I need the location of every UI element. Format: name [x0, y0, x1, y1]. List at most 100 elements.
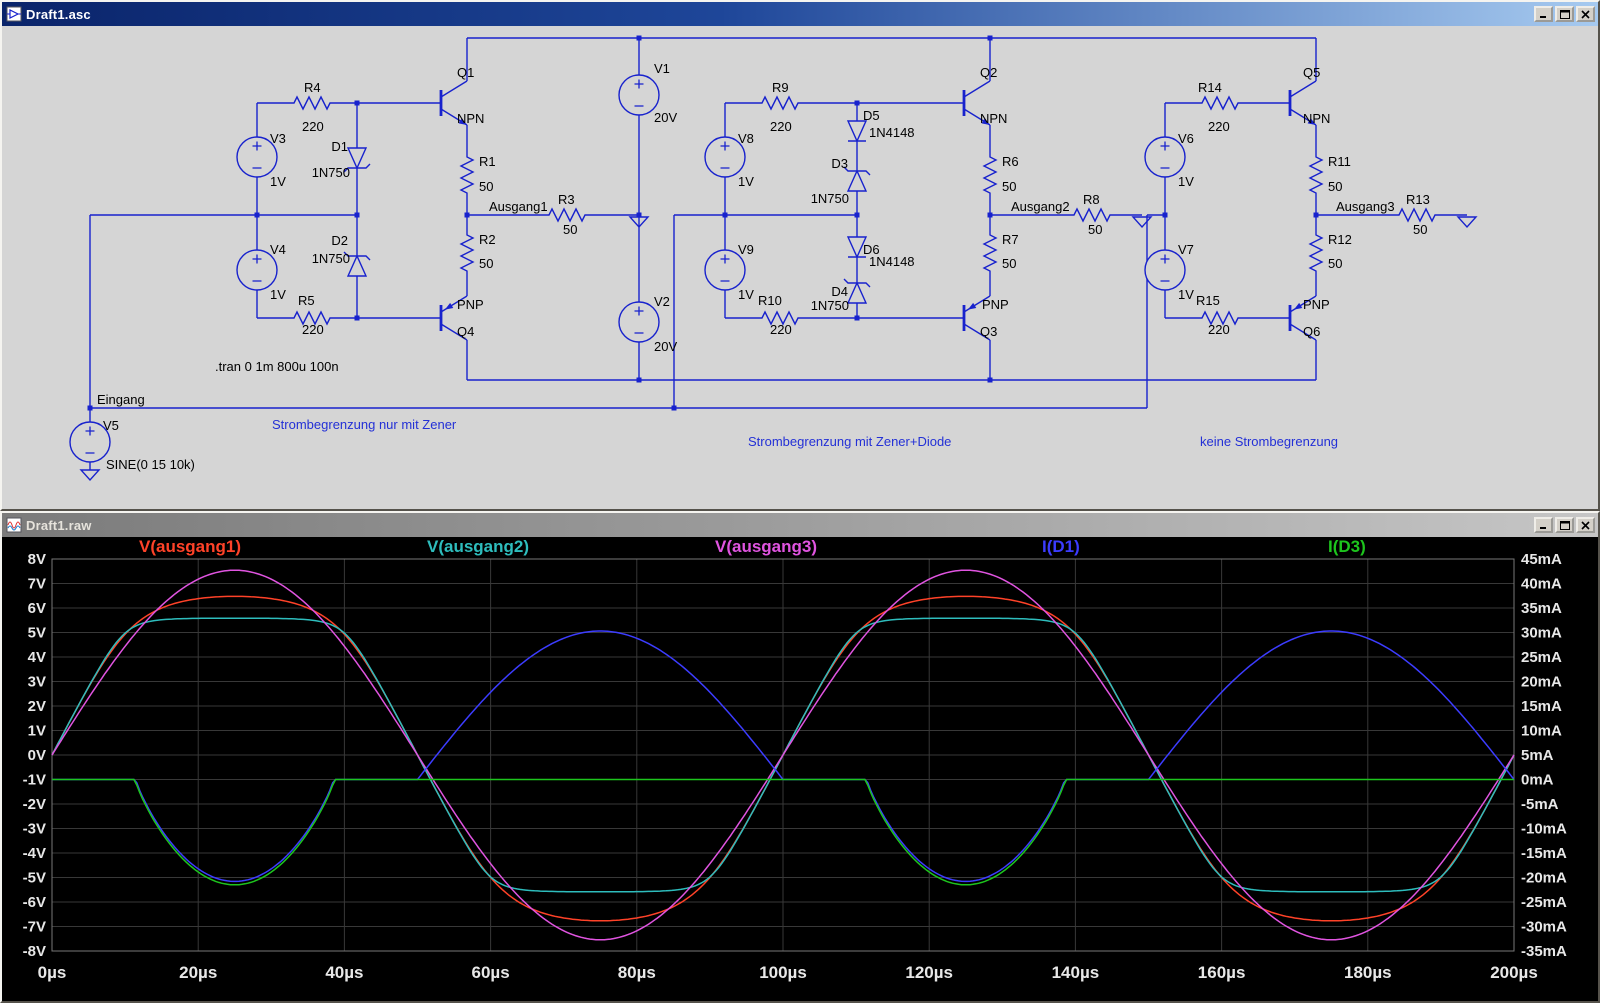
schematic-doc-icon[interactable] — [6, 6, 22, 22]
y-axis-right-label[interactable]: -30mA — [1521, 919, 1567, 936]
comment-text[interactable]: Strombegrenzung nur mit Zener — [272, 417, 457, 432]
y-axis-left-label[interactable]: 0V — [28, 747, 46, 764]
resistor-R9[interactable] — [752, 95, 808, 111]
y-axis-right-label[interactable]: -5mA — [1521, 796, 1559, 813]
resistor-R12[interactable] — [1308, 228, 1324, 278]
y-axis-right-label[interactable]: -25mA — [1521, 894, 1567, 911]
ground-symbol[interactable] — [1131, 216, 1153, 229]
x-axis-label[interactable]: 100µs — [759, 963, 807, 982]
y-axis-left-label[interactable]: -5V — [23, 870, 46, 887]
y-axis-right-label[interactable]: 5mA — [1521, 747, 1554, 764]
resistor-R4[interactable] — [284, 95, 340, 111]
waveform-doc-icon[interactable] — [6, 517, 22, 533]
x-axis-label[interactable]: 120µs — [905, 963, 953, 982]
maximize-icon — [1559, 9, 1570, 19]
y-axis-right-label[interactable]: 20mA — [1521, 674, 1562, 691]
y-axis-right-label[interactable]: -15mA — [1521, 845, 1567, 862]
junction-dot — [987, 377, 993, 383]
x-axis-label[interactable]: 60µs — [472, 963, 510, 982]
comment-text[interactable]: keine Strombegrenzung — [1200, 434, 1338, 449]
component-label: R9 — [772, 80, 789, 95]
y-axis-left-label[interactable]: -2V — [23, 796, 46, 813]
resistor-R13[interactable] — [1389, 207, 1445, 223]
y-axis-left-label[interactable]: 2V — [28, 698, 46, 715]
y-axis-left-label[interactable]: -3V — [23, 821, 46, 838]
waveform-plot[interactable]: 8V 7V 6V 5V 4V 3V 2V 1V 0V -1V -2V -3V -4V -5V -6V -7V -… — [2, 537, 1598, 1001]
y-axis-left-label[interactable]: 1V — [28, 723, 46, 740]
comment-text[interactable]: Strombegrenzung mit Zener+Diode — [748, 434, 951, 449]
minimize-button[interactable] — [1534, 6, 1553, 22]
y-axis-right-label[interactable]: 10mA — [1521, 723, 1562, 740]
resistor-R14[interactable] — [1192, 95, 1248, 111]
y-axis-right-label[interactable]: 25mA — [1521, 649, 1562, 666]
junction-dot — [464, 212, 470, 218]
minimize-button[interactable] — [1534, 517, 1553, 533]
resistor-R7[interactable] — [982, 228, 998, 278]
y-axis-left-label[interactable]: 6V — [28, 600, 46, 617]
close-button[interactable] — [1576, 517, 1595, 533]
y-axis-left-label[interactable]: 8V — [28, 551, 46, 568]
ground-symbol[interactable] — [79, 469, 101, 482]
minimize-icon — [1539, 526, 1546, 529]
junction-dot — [1162, 212, 1168, 218]
maximize-button[interactable] — [1555, 6, 1574, 22]
waveform-titlebar[interactable]: Draft1.raw — [2, 513, 1598, 537]
y-axis-left-label[interactable]: -6V — [23, 894, 46, 911]
x-axis-label[interactable]: 20µs — [179, 963, 217, 982]
y-axis-left-label[interactable]: 4V — [28, 649, 46, 666]
component-label: 20V — [654, 110, 677, 125]
component-label: D1 — [331, 139, 348, 154]
legend-I(D3)[interactable]: I(D3) — [1328, 537, 1366, 556]
diode-D5[interactable] — [846, 120, 868, 143]
resistor-R11[interactable] — [1308, 150, 1324, 200]
component-label: 50 — [1328, 256, 1342, 271]
y-axis-left-label[interactable]: -7V — [23, 919, 46, 936]
component-label: R5 — [298, 293, 315, 308]
x-axis-label[interactable]: 160µs — [1198, 963, 1246, 982]
y-axis-left-label[interactable]: 5V — [28, 625, 46, 642]
y-axis-left-label[interactable]: -1V — [23, 772, 46, 789]
component-label: V4 — [270, 242, 286, 257]
component-label: R1 — [479, 154, 496, 169]
y-axis-right-label[interactable]: 45mA — [1521, 551, 1562, 568]
y-axis-right-label[interactable]: 30mA — [1521, 625, 1562, 642]
resistor-R2[interactable] — [459, 228, 475, 278]
component-label: V7 — [1178, 242, 1194, 257]
maximize-button[interactable] — [1555, 517, 1574, 533]
close-button[interactable] — [1576, 6, 1595, 22]
voltage-source-V2[interactable] — [618, 301, 660, 343]
legend-V(ausgang1)[interactable]: V(ausgang1) — [139, 537, 241, 556]
y-axis-left-label[interactable]: 3V — [28, 674, 46, 691]
x-axis-label[interactable]: 200µs — [1490, 963, 1538, 982]
component-label: Eingang — [97, 392, 145, 407]
waveform-canvas[interactable]: 8V 7V 6V 5V 4V 3V 2V 1V 0V -1V -2V -3V -4V -5V -6V -7V -… — [2, 537, 1598, 1001]
legend-I(D1)[interactable]: I(D1) — [1042, 537, 1080, 556]
junction-dot — [354, 212, 360, 218]
y-axis-right-label[interactable]: -35mA — [1521, 943, 1567, 960]
ground-symbol[interactable] — [1456, 216, 1478, 229]
x-axis-label[interactable]: 140µs — [1052, 963, 1100, 982]
resistor-R6[interactable] — [982, 150, 998, 200]
legend-V(ausgang3)[interactable]: V(ausgang3) — [715, 537, 817, 556]
resistor-R8[interactable] — [1064, 207, 1120, 223]
resistor-R1[interactable] — [459, 150, 475, 200]
y-axis-right-label[interactable]: 15mA — [1521, 698, 1562, 715]
y-axis-right-label[interactable]: -10mA — [1521, 821, 1567, 838]
x-axis-label[interactable]: 0µs — [38, 963, 67, 982]
x-axis-label[interactable]: 40µs — [325, 963, 363, 982]
voltage-source-V1[interactable] — [618, 74, 660, 116]
y-axis-right-label[interactable]: 0mA — [1521, 772, 1554, 789]
y-axis-left-label[interactable]: -8V — [23, 943, 46, 960]
y-axis-right-label[interactable]: 40mA — [1521, 576, 1562, 593]
legend-V(ausgang2)[interactable]: V(ausgang2) — [427, 537, 529, 556]
x-axis-label[interactable]: 80µs — [618, 963, 656, 982]
y-axis-right-label[interactable]: -20mA — [1521, 870, 1567, 887]
y-axis-left-label[interactable]: -4V — [23, 845, 46, 862]
y-axis-right-label[interactable]: 35mA — [1521, 600, 1562, 617]
schematic-drawing[interactable]: R4220V31VD11N750D21N750V41V R5220Q1NPNR15… — [2, 26, 1598, 509]
schematic-titlebar[interactable]: Draft1.asc — [2, 2, 1598, 26]
x-axis-label[interactable]: 180µs — [1344, 963, 1392, 982]
waveform-window: Draft1.raw 8V 7V 6V 5V 4V 3V 2V 1V 0V -1V -2V -3V -4… — [0, 511, 1600, 1003]
schematic-canvas[interactable]: R4 220 V3 1V D1 1N750 D2 1N750 V4 1V R5 220 Q1 NPN R1 5… — [2, 26, 1598, 509]
y-axis-left-label[interactable]: 7V — [28, 576, 46, 593]
